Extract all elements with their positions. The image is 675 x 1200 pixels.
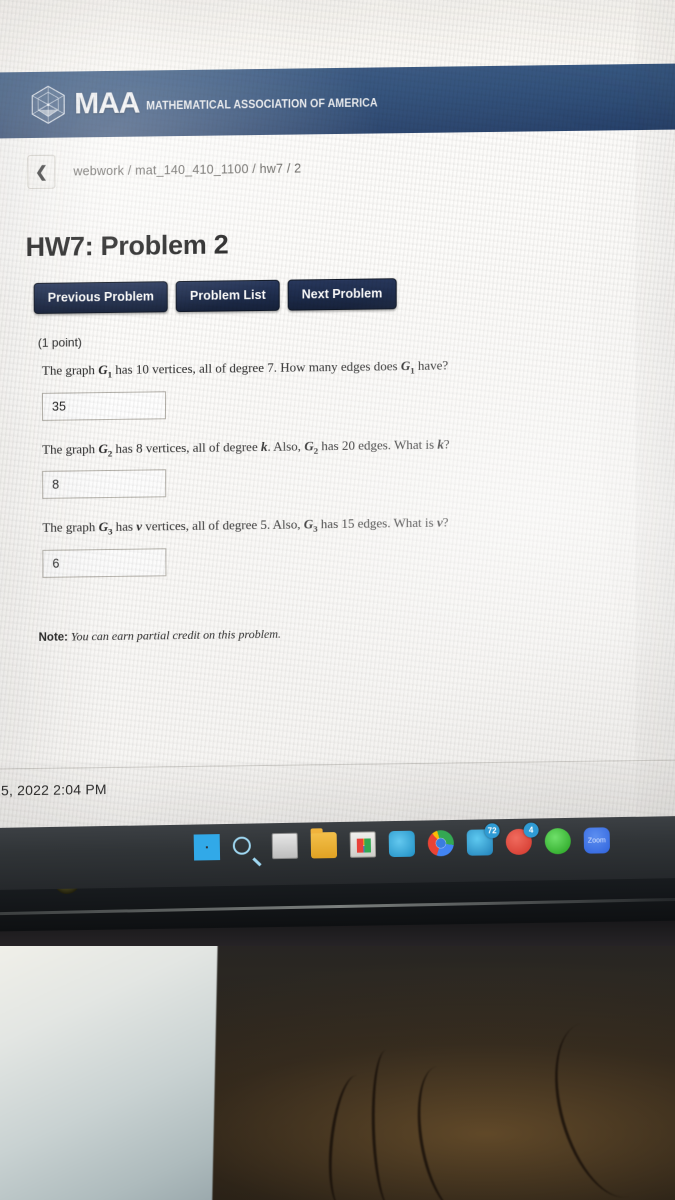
maa-brand-short: MAA: [74, 86, 140, 121]
monitor-photo: AMD FreeSync MAA MATHE: [0, 0, 675, 1200]
chevron-left-icon: ❮: [35, 163, 48, 181]
answer-input-2[interactable]: 8: [42, 469, 167, 499]
question-text: The graph G2 has 8 vertices, all of degr…: [42, 433, 582, 461]
answer-value: 35: [51, 399, 66, 414]
content-divider: [0, 759, 675, 770]
math-variable: G2: [304, 437, 319, 456]
problem-list-button[interactable]: Problem List: [175, 279, 280, 313]
mail-icon[interactable]: [388, 830, 416, 858]
windows-start-icon[interactable]: [193, 834, 221, 861]
file-explorer-icon[interactable]: [310, 832, 338, 859]
question-text-part: The graph: [42, 440, 99, 457]
answer-value: 6: [52, 556, 60, 571]
zoom-app-label: Zoom: [587, 836, 606, 845]
badge-count: 4: [523, 822, 539, 838]
main-content: HW7: Problem 2 Previous Problem Problem …: [0, 187, 675, 645]
math-variable: G2: [98, 440, 113, 459]
chrome-icon[interactable]: [427, 829, 455, 857]
note-text: You can earn partial credit on this prob…: [70, 626, 281, 644]
breadcrumb-path[interactable]: webwork / mat_140_410_1100 / hw7 / 2: [73, 161, 301, 178]
previous-problem-button[interactable]: Previous Problem: [33, 281, 169, 314]
question-text-part: has: [112, 518, 137, 535]
windows-taskbar: 72 4 Zoom: [0, 815, 675, 891]
browser-page-top: [0, 0, 675, 75]
question-text-part: has 20 edges. What is: [318, 436, 438, 453]
question-text-part: has 8 vertices, all of degree: [112, 438, 261, 456]
question-text-part: has 15 edges. What is: [317, 514, 437, 532]
question-text: The graph G3 has v vertices, all of degr…: [42, 512, 582, 540]
question-text: The graph G1 has 10 vertices, all of deg…: [42, 355, 582, 383]
notifications-app-icon[interactable]: 4: [505, 822, 539, 856]
monitor-screen: MAA MATHEMATICAL ASSOCIATION OF AMERICA …: [0, 0, 675, 839]
question-text-part: ?: [442, 514, 449, 530]
microsoft-store-icon[interactable]: [349, 831, 377, 858]
messages-app-icon[interactable]: 72: [466, 823, 500, 856]
points-label: (1 point): [37, 335, 82, 350]
green-app-icon[interactable]: [544, 827, 572, 855]
next-problem-button[interactable]: Next Problem: [287, 278, 397, 311]
taskbar-icon-row: 72 4 Zoom: [193, 822, 611, 861]
question-text-part: has 10 vertices, all of degree 7. How ma…: [112, 358, 401, 377]
math-variable: G3: [98, 519, 113, 537]
page-title: HW7: Problem 2: [25, 229, 229, 263]
question-block: The graph G1 has 10 vertices, all of deg…: [41, 353, 675, 421]
question-text-part: ?: [443, 436, 450, 452]
question-block: The graph G2 has 8 vertices, all of degr…: [42, 432, 675, 499]
note-label: Note:: [38, 631, 69, 644]
math-variable: G1: [400, 358, 415, 376]
maa-brand-full: MATHEMATICAL ASSOCIATION OF AMERICA: [146, 96, 378, 112]
task-view-icon[interactable]: [271, 832, 299, 860]
maa-polyhedron-logo-icon: [31, 85, 65, 124]
question-text-part: have?: [414, 357, 449, 374]
question-text-part: The graph: [42, 519, 99, 535]
back-button[interactable]: ❮: [27, 154, 56, 190]
math-variable: G3: [303, 516, 318, 535]
answer-value: 8: [52, 477, 60, 492]
question-block: The graph G3 has v vertices, all of degr…: [42, 510, 675, 578]
answer-input-1[interactable]: 35: [41, 390, 167, 421]
question-text-part: vertices, all of degree 5. Also,: [142, 516, 304, 534]
maa-header: MAA MATHEMATICAL ASSOCIATION OF AMERICA: [0, 63, 675, 139]
question-text-part: The graph: [41, 362, 99, 378]
problem-nav-buttons: Previous Problem Problem List Next Probl…: [33, 274, 675, 314]
search-icon[interactable]: [232, 833, 259, 859]
answer-input-3[interactable]: 6: [42, 547, 167, 578]
question-text-part: . Also,: [267, 437, 305, 454]
partial-credit-note: Note: You can earn partial credit on thi…: [39, 621, 675, 645]
taskbar-clock[interactable]: 25, 2022 2:04 PM: [0, 781, 107, 798]
desk-reflective-panel: [0, 934, 218, 1200]
badge-count: 72: [484, 823, 500, 839]
zoom-app-icon[interactable]: Zoom: [583, 827, 611, 854]
math-variable: G1: [98, 362, 113, 380]
